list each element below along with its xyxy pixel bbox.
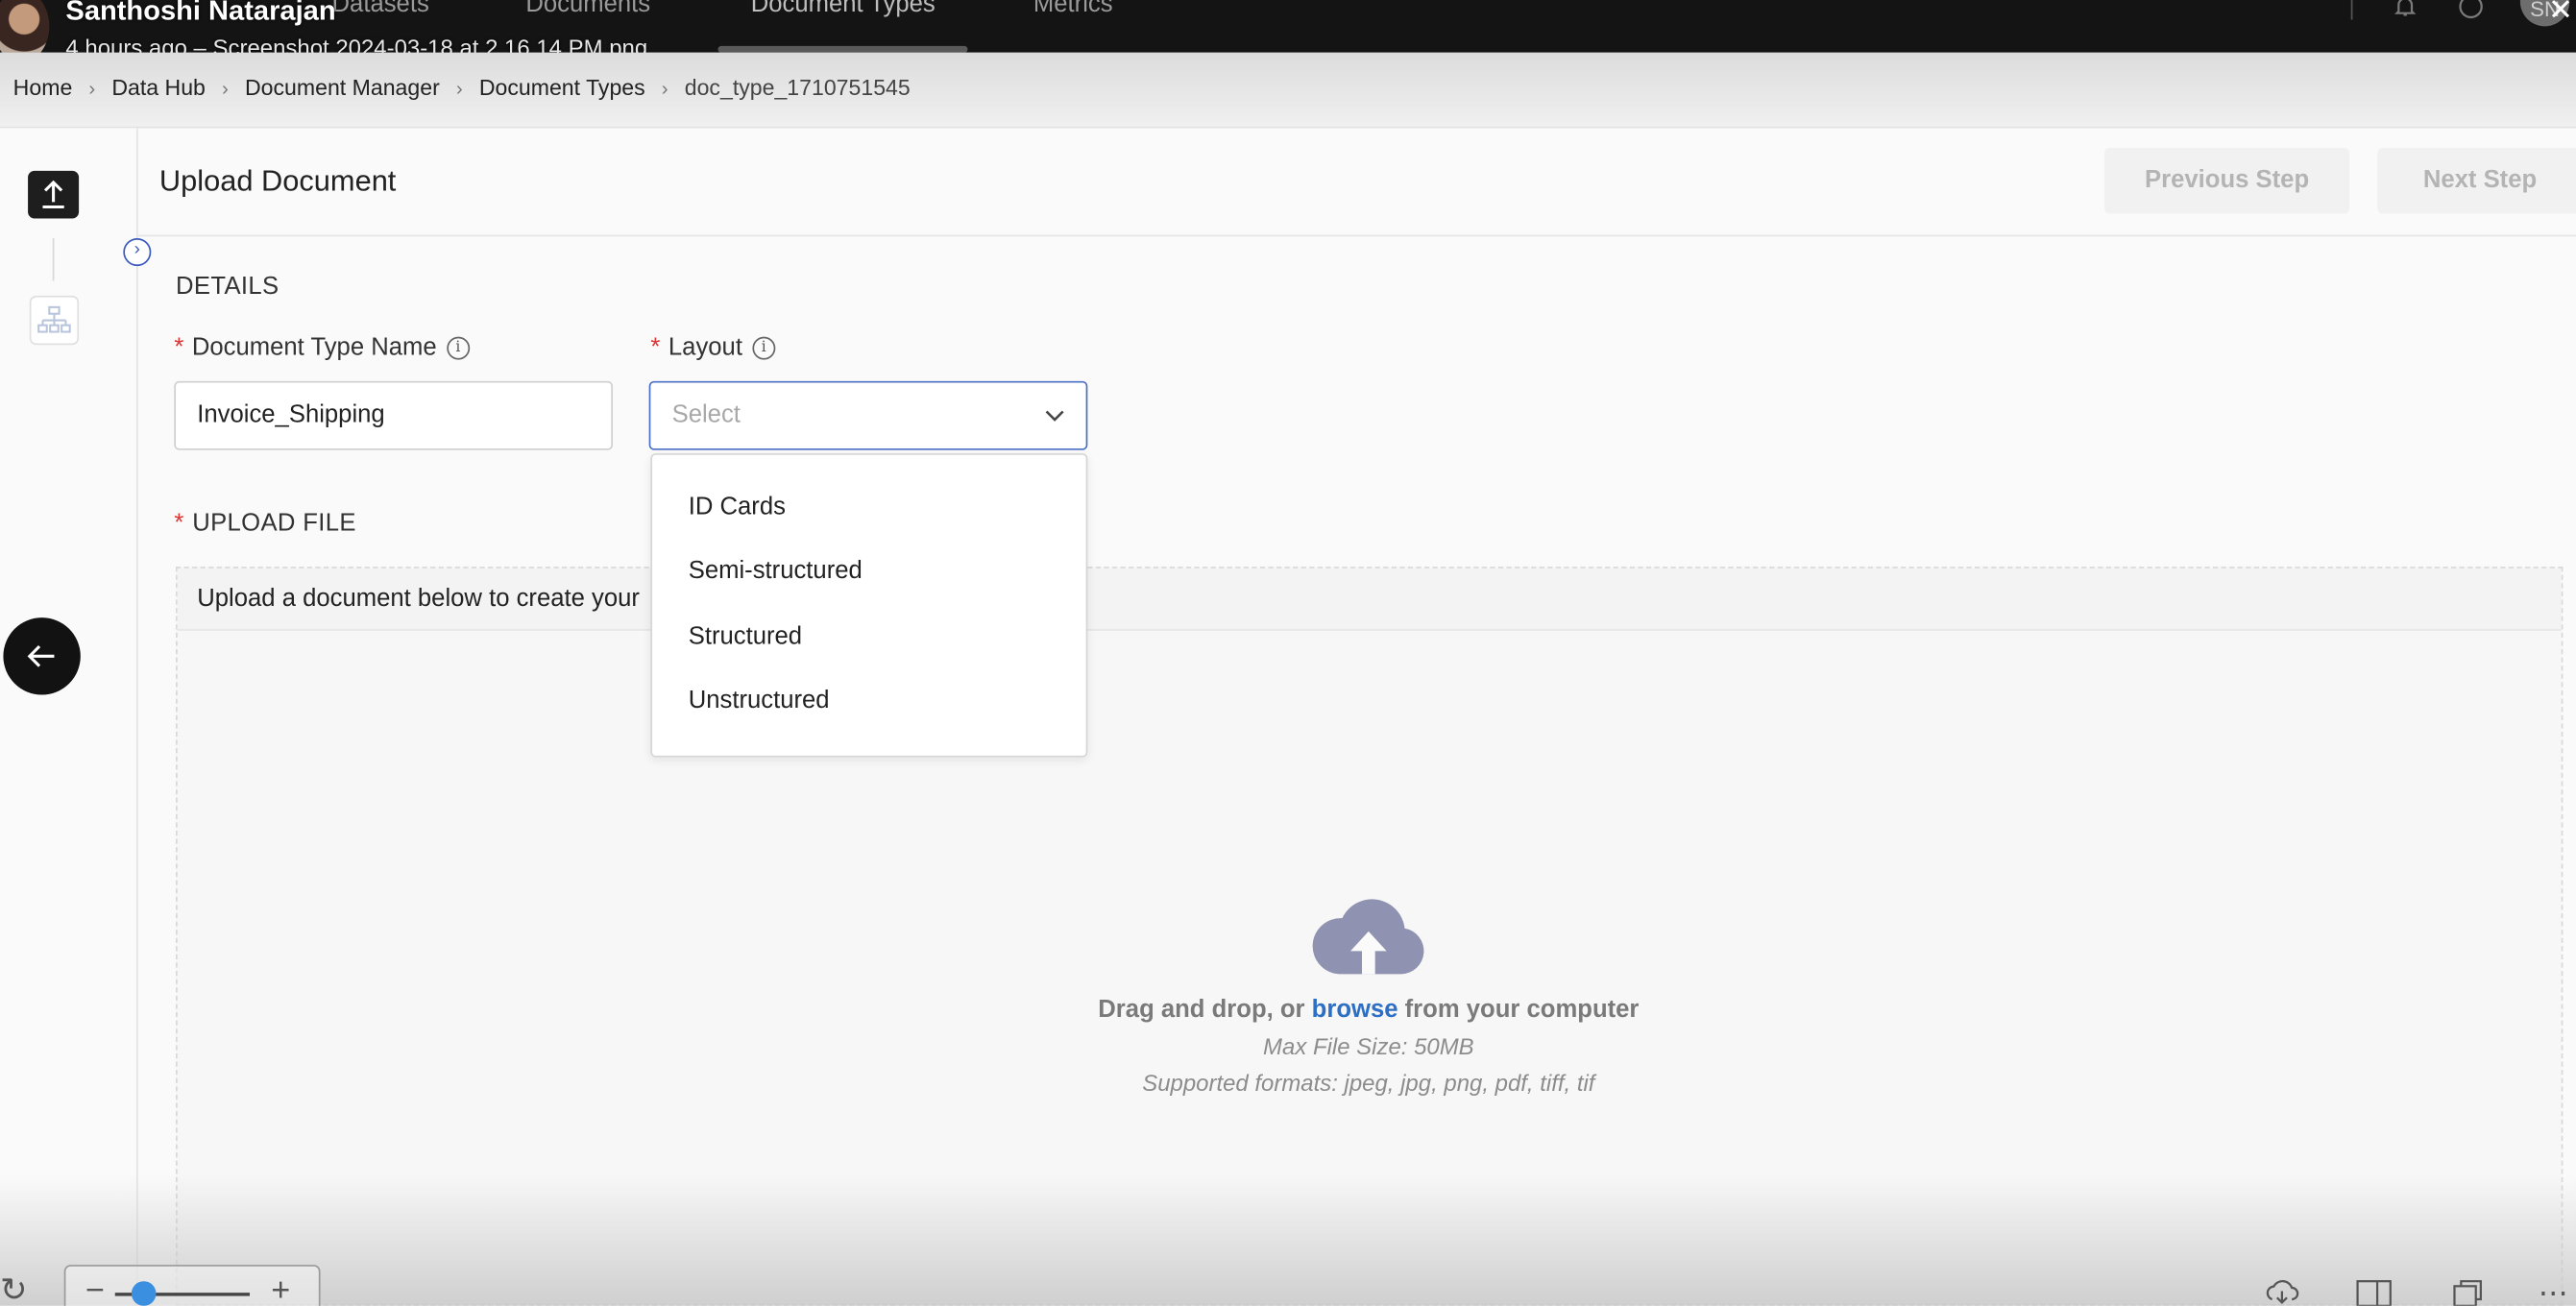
tab-document-types[interactable]: Document Types [751,0,936,18]
expand-rail-icon[interactable]: › [123,238,152,267]
drag-drop-suffix: from your computer [1404,995,1640,1024]
zoom-out-icon[interactable]: − [85,1274,105,1305]
layout-select-placeholder: Select [671,400,741,429]
chevron-right-icon: › [222,76,229,100]
breadcrumb-home[interactable]: Home [13,76,73,101]
previous-step-button[interactable]: Previous Step [2104,147,2350,214]
arrow-left-icon [27,644,55,667]
download-icon[interactable] [2264,1276,2300,1306]
page-title: Upload Document [158,164,397,198]
chevron-down-icon [1045,410,1064,422]
drag-drop-text: Drag and drop, or browse from your compu… [0,996,2576,1024]
chevron-right-icon: › [455,76,463,100]
info-icon[interactable]: i [752,335,776,359]
side-panel-icon[interactable] [2356,1276,2393,1306]
next-step-button[interactable]: Next Step [2377,147,2576,214]
browse-link[interactable]: browse [1312,996,1398,1024]
layout-option-id-cards[interactable]: ID Cards [689,493,786,520]
breadcrumb: Home › Data Hub › Document Manager › Doc… [13,76,911,101]
viewer-author-name: Santhoshi Natarajan [65,0,336,27]
details-heading: DETAILS [176,272,279,302]
upload-file-heading-text: UPLOAD FILE [192,509,356,538]
required-marker: * [174,509,184,538]
cloud-upload-icon [1312,899,1424,975]
upload-file-heading: * UPLOAD FILE [174,509,355,537]
rotate-icon[interactable]: ↻ [0,1274,28,1305]
header-divider [137,234,2576,237]
upload-hint-text: Upload a document below to create your [197,584,640,614]
toolbar-divider [2350,0,2353,20]
layout-label-text: Layout [668,333,742,362]
bell-icon[interactable] [2392,0,2418,20]
layout-option-structured[interactable]: Structured [689,622,802,650]
document-type-name-input[interactable]: Invoice_Shipping [174,380,614,450]
help-icon[interactable] [2458,0,2484,20]
tab-metrics[interactable]: Metrics [1033,0,1113,18]
breadcrumb-data-hub[interactable]: Data Hub [111,76,206,101]
close-icon[interactable]: ✕ [2548,0,2573,28]
step-upload-button[interactable] [28,170,80,219]
tab-datasets[interactable]: Datasets [332,0,429,18]
step-structure-button[interactable] [29,295,80,346]
drag-drop-prefix: Drag and drop, or [1098,995,1305,1024]
max-file-size-text: Max File Size: 50MB [1263,1032,1474,1060]
step-connector [52,238,55,281]
viewer-bottom-bar [0,1174,2576,1306]
layout-dropdown-menu: ID Cards Semi-structured Structured Unst… [650,453,1088,758]
document-type-name-label: * Document Type Name i [174,333,470,361]
layout-option-semi-structured[interactable]: Semi-structured [689,557,863,585]
back-button[interactable] [3,617,81,695]
zoom-in-icon[interactable]: + [271,1274,290,1305]
layout-option-unstructured[interactable]: Unstructured [689,687,830,714]
more-options-icon[interactable]: ⋯ [2535,1276,2571,1306]
upload-icon [42,180,64,209]
layout-select[interactable]: Select [648,380,1088,450]
supported-formats-text: Supported formats: jpeg, jpg, png, pdf, … [1142,1069,1595,1096]
layout-label: * Layout i [650,333,776,362]
document-type-name-label-text: Document Type Name [191,333,437,362]
hierarchy-icon [37,305,71,333]
tab-documents[interactable]: Documents [525,0,650,18]
breadcrumb-document-manager[interactable]: Document Manager [245,76,440,101]
required-marker: * [174,333,184,362]
zoom-slider-handle[interactable] [131,1281,157,1306]
info-icon[interactable]: i [446,335,470,359]
active-tab-indicator [717,45,968,53]
chevron-right-icon: › [88,76,96,100]
fullscreen-icon[interactable] [2449,1276,2486,1306]
required-marker: * [650,333,661,362]
breadcrumb-current: doc_type_1710751545 [684,75,911,101]
chevron-right-icon: › [661,76,668,100]
breadcrumb-document-types[interactable]: Document Types [479,76,645,101]
